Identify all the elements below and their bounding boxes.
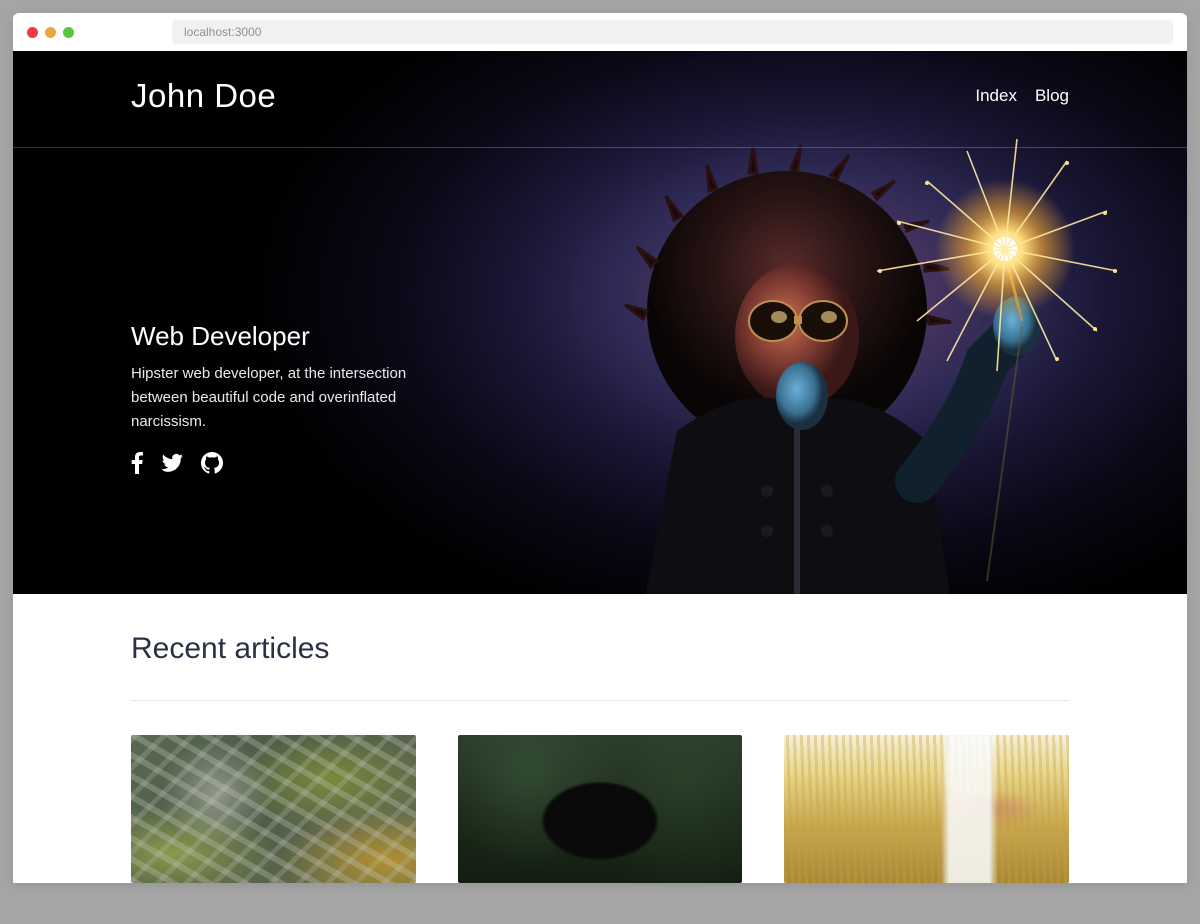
nav-links: Index Blog bbox=[975, 86, 1069, 106]
articles-heading: Recent articles bbox=[131, 632, 1069, 666]
article-thumbnail bbox=[458, 735, 743, 883]
site-title[interactable]: John Doe bbox=[131, 77, 276, 115]
nav-link-blog[interactable]: Blog bbox=[1035, 86, 1069, 106]
top-nav: John Doe Index Blog bbox=[13, 51, 1187, 148]
twitter-icon[interactable] bbox=[161, 453, 183, 473]
minimize-window-icon[interactable] bbox=[45, 27, 56, 38]
social-links bbox=[131, 452, 421, 474]
github-icon[interactable] bbox=[201, 452, 223, 474]
facebook-icon[interactable] bbox=[131, 452, 143, 474]
hero-section: John Doe Index Blog bbox=[13, 51, 1187, 594]
hero-heading: Web Developer bbox=[131, 321, 421, 352]
article-thumbnail bbox=[131, 735, 416, 883]
articles-section: Recent articles bbox=[13, 594, 1187, 883]
traffic-lights bbox=[27, 27, 74, 38]
browser-chrome: localhost:3000 bbox=[13, 13, 1187, 51]
maximize-window-icon[interactable] bbox=[63, 27, 74, 38]
article-card[interactable] bbox=[458, 735, 743, 883]
page: John Doe Index Blog bbox=[13, 51, 1187, 883]
article-card[interactable] bbox=[131, 735, 416, 883]
hero-text: Web Developer Hipster web developer, at … bbox=[131, 321, 421, 474]
article-card[interactable] bbox=[784, 735, 1069, 883]
article-cards bbox=[131, 735, 1069, 883]
article-thumbnail bbox=[784, 735, 1069, 883]
hero-subtitle: Hipster web developer, at the intersecti… bbox=[131, 362, 421, 434]
nav-link-index[interactable]: Index bbox=[975, 86, 1017, 106]
address-bar-text: localhost:3000 bbox=[184, 25, 261, 39]
browser-window: localhost:3000 John Doe Index Blog bbox=[13, 13, 1187, 883]
address-bar[interactable]: localhost:3000 bbox=[172, 20, 1173, 44]
hero-image bbox=[497, 121, 1137, 594]
close-window-icon[interactable] bbox=[27, 27, 38, 38]
divider bbox=[131, 700, 1069, 701]
